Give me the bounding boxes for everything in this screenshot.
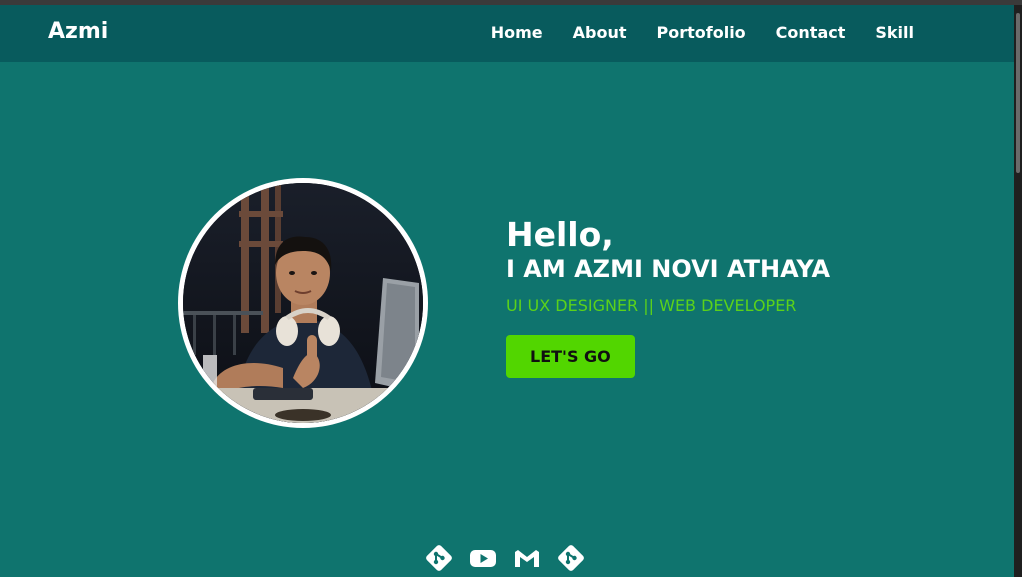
nav-skill[interactable]: Skill (875, 23, 914, 42)
navbar: Azmi Home About Portofolio Contact Skill (0, 5, 1014, 62)
youtube-icon[interactable] (468, 543, 498, 573)
gmail-icon[interactable] (512, 543, 542, 573)
profile-photo-frame (178, 178, 428, 428)
scrollbar-thumb[interactable] (1016, 13, 1020, 173)
hero-role: UI UX DESIGNER || WEB DEVELOPER (506, 296, 797, 316)
page: Azmi Home About Portofolio Contact Skill (0, 5, 1014, 577)
git-icon[interactable] (556, 543, 586, 573)
main-nav: Home About Portofolio Contact Skill (491, 23, 914, 42)
hero-name: I AM AZMI NOVI ATHAYA (506, 255, 831, 284)
nav-portofolio[interactable]: Portofolio (657, 23, 746, 42)
page-scrollbar[interactable] (1014, 5, 1022, 577)
nav-home[interactable]: Home (491, 23, 543, 42)
brand-logo[interactable]: Azmi (48, 19, 108, 44)
social-links (424, 543, 586, 573)
nav-contact[interactable]: Contact (776, 23, 846, 42)
hero-text: Hello, I AM AZMI NOVI ATHAYA UI UX DESIG… (506, 215, 831, 379)
hero-greeting: Hello, (506, 215, 614, 254)
nav-about[interactable]: About (573, 23, 627, 42)
profile-photo (183, 183, 423, 423)
lets-go-button[interactable]: LET'S GO (506, 335, 635, 379)
profile-photo-illustration (183, 183, 423, 423)
git-icon[interactable] (424, 543, 454, 573)
